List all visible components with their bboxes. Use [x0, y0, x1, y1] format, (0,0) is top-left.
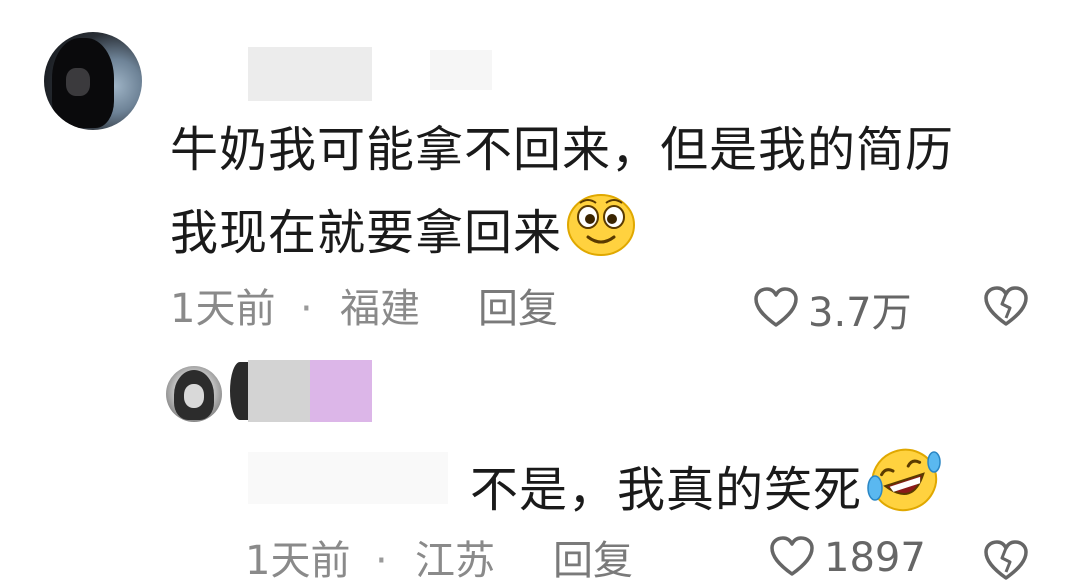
reply-avatar[interactable] — [166, 366, 222, 422]
dislike-button[interactable] — [982, 284, 1030, 332]
comment-location: 福建 — [340, 286, 420, 332]
reply-like-count: 1897 — [824, 535, 926, 581]
redacted-tag — [310, 360, 372, 422]
heart-icon — [768, 534, 816, 582]
avatar[interactable] — [44, 32, 142, 130]
comment-text-line-1: 牛奶我可能拿不回来，但是我的简历 — [170, 122, 955, 178]
reply-text-label: 不是，我真的笑死 — [470, 462, 863, 518]
rofl-emoji-icon — [866, 444, 942, 530]
comment-text-line-2-label: 我现在就要拿回来 — [170, 205, 563, 261]
reply-dislike-button[interactable] — [982, 538, 1030, 586]
broken-heart-icon — [982, 286, 1030, 332]
redacted-username — [248, 360, 310, 422]
smile-emoji-icon — [566, 191, 636, 273]
reply-location: 江苏 — [415, 538, 495, 584]
redacted-username — [248, 47, 372, 101]
meta-separator: · — [375, 538, 388, 584]
redacted-reply-target — [248, 452, 448, 504]
reply-button[interactable]: 回复 — [478, 284, 558, 334]
reply-text: 不是，我真的笑死 — [470, 444, 942, 530]
comment-time: 1天前 — [170, 286, 276, 332]
like-button[interactable]: 3.7万 — [752, 282, 912, 336]
avatar-face — [66, 68, 90, 96]
comment-text-line-2: 我现在就要拿回来 — [170, 191, 636, 273]
heart-icon — [752, 285, 800, 333]
broken-heart-icon — [982, 540, 1030, 586]
avatar-face — [184, 384, 204, 408]
redacted-avatar-edge — [230, 362, 250, 420]
reply-reply-button[interactable]: 回复 — [553, 536, 633, 586]
meta-separator: · — [300, 286, 313, 332]
redacted-tag — [430, 50, 492, 90]
reply-like-button[interactable]: 1897 — [768, 534, 926, 582]
like-count: 3.7万 — [808, 290, 912, 336]
reply-time: 1天前 — [245, 538, 351, 584]
